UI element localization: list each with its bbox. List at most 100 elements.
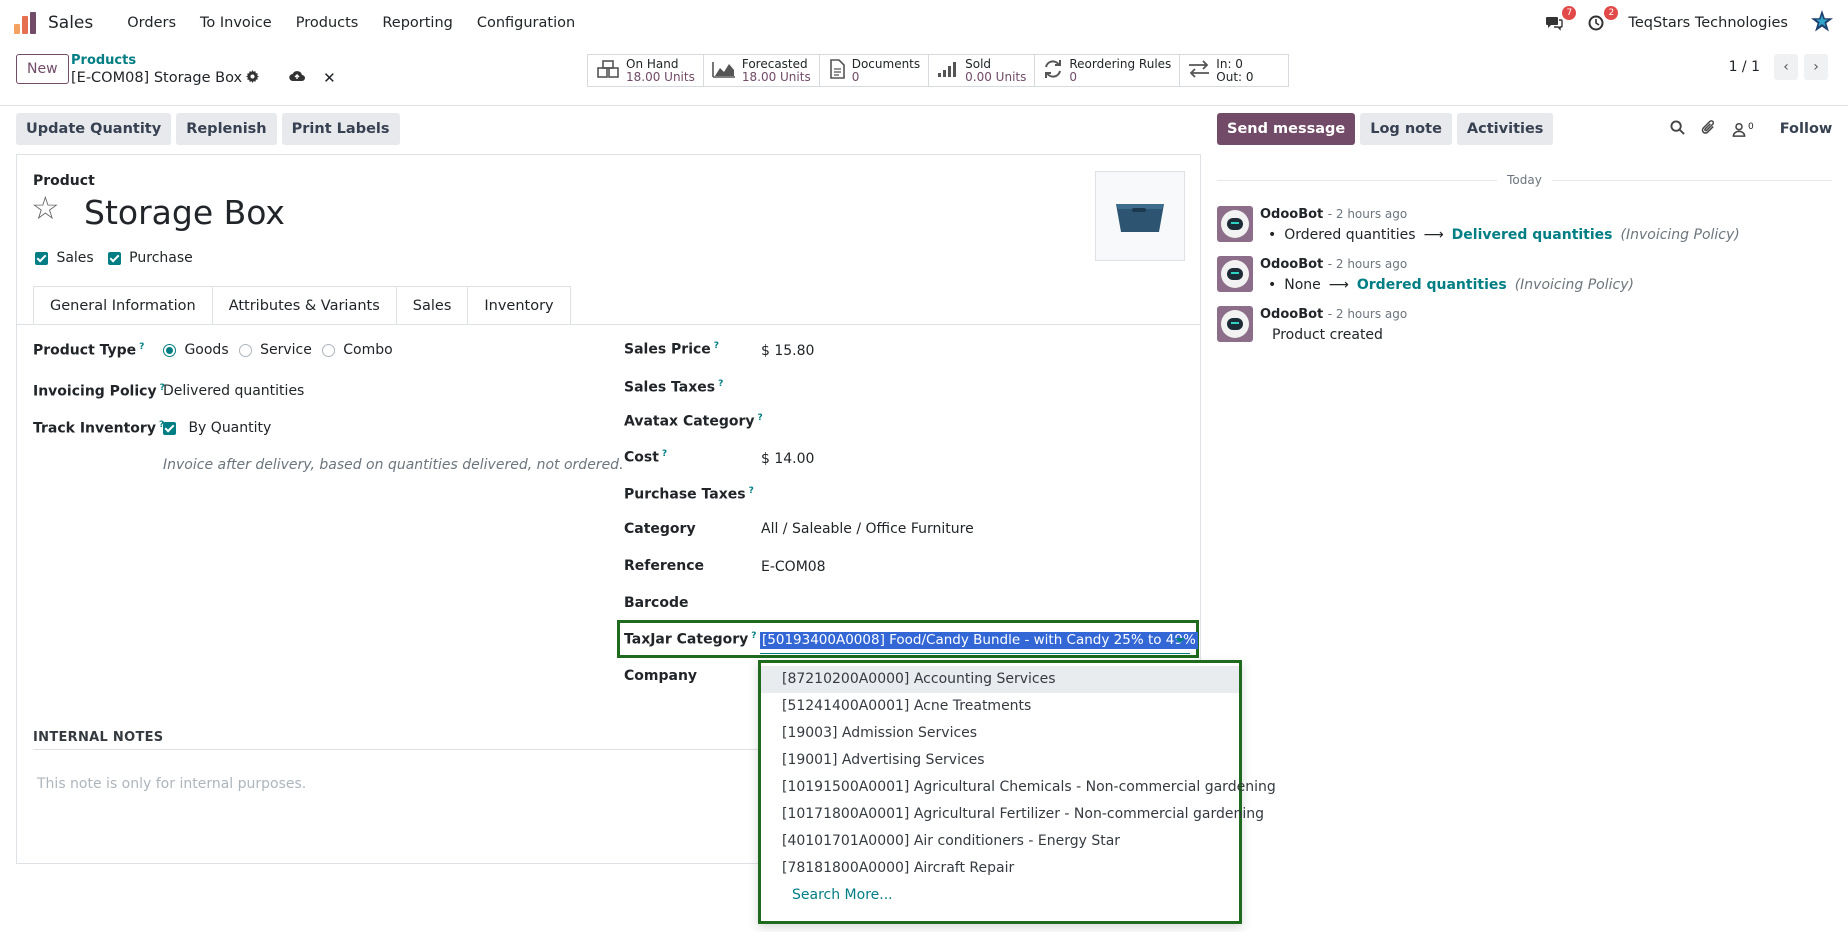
activities-clock-icon[interactable]: 2 bbox=[1586, 6, 1619, 33]
messages-badge: 7 bbox=[1562, 6, 1577, 20]
product-image[interactable] bbox=[1095, 171, 1185, 261]
product-name-field[interactable]: Storage Box bbox=[84, 193, 285, 232]
chatter-actions: Send message Log note Activities bbox=[1217, 113, 1554, 145]
invoicing-policy-field[interactable]: Delivered quantities bbox=[163, 383, 304, 399]
favorite-star-icon[interactable]: ☆ bbox=[31, 189, 60, 227]
message-author[interactable]: OdooBot bbox=[1260, 257, 1323, 272]
radio-service[interactable]: Service bbox=[238, 342, 312, 358]
dropdown-option[interactable]: [40101701A0000] Air conditioners - Energ… bbox=[761, 828, 1239, 855]
message-author[interactable]: OdooBot bbox=[1260, 207, 1323, 222]
category-field[interactable]: All / Saleable / Office Furniture bbox=[761, 521, 974, 537]
menu-products[interactable]: Products bbox=[284, 15, 371, 31]
pager-previous-icon[interactable]: ‹ bbox=[1774, 54, 1798, 80]
internal-notes-field[interactable]: This note is only for internal purposes. bbox=[37, 776, 306, 792]
taxjar-autocomplete-dropdown: [87210200A0000] Accounting Services [512… bbox=[758, 660, 1276, 924]
cost-field[interactable]: $ 14.00 bbox=[761, 451, 814, 467]
followers-user-icon[interactable]: 0 bbox=[1732, 122, 1754, 137]
reference-field[interactable]: E-COM08 bbox=[761, 559, 826, 575]
print-labels-button[interactable]: Print Labels bbox=[281, 113, 400, 145]
paperclip-icon[interactable] bbox=[1701, 119, 1716, 139]
radio-goods[interactable]: Goods bbox=[163, 342, 229, 358]
messages-icon[interactable]: 7 bbox=[1544, 6, 1577, 33]
taxjar-category-input[interactable]: [50193400A0008] Food/Candy Bundle - with… bbox=[760, 632, 1198, 649]
main-menu: Orders To Invoice Products Reporting Con… bbox=[115, 15, 587, 31]
tab-sales[interactable]: Sales bbox=[396, 286, 469, 325]
smart-documents[interactable]: Documents 0 bbox=[820, 55, 930, 86]
track-inventory-checkbox[interactable]: By Quantity bbox=[163, 420, 271, 436]
sales-app-icon[interactable] bbox=[14, 12, 36, 34]
message-author[interactable]: OdooBot bbox=[1260, 307, 1323, 322]
odoobot-avatar[interactable] bbox=[1217, 306, 1253, 342]
cubes-icon bbox=[596, 59, 620, 82]
company-logo-star-icon[interactable] bbox=[1810, 9, 1834, 37]
dropdown-option[interactable]: [10171800A0001] Agricultural Fertilizer … bbox=[761, 801, 1264, 828]
update-quantity-button[interactable]: Update Quantity bbox=[16, 113, 172, 145]
chatter-message: OdooBot - 2 hours ago • Ordered quantitie… bbox=[1217, 206, 1740, 243]
replenish-button[interactable]: Replenish bbox=[176, 113, 277, 145]
barcode-label: Barcode bbox=[624, 595, 689, 611]
send-message-button[interactable]: Send message bbox=[1217, 113, 1356, 145]
tab-inventory[interactable]: Inventory bbox=[468, 286, 571, 325]
product-label: Product bbox=[33, 173, 95, 189]
app-name[interactable]: Sales bbox=[48, 13, 93, 33]
log-note-button[interactable]: Log note bbox=[1360, 113, 1452, 145]
follow-button[interactable]: Follow bbox=[1780, 121, 1833, 137]
product-type-label: Product Type? bbox=[33, 342, 145, 359]
tab-general-information[interactable]: General Information bbox=[33, 286, 213, 325]
taxjar-category-label: TaxJar Category? bbox=[624, 631, 757, 648]
invoice-hint: Invoice after delivery, based on quantit… bbox=[163, 457, 624, 473]
sales-price-label: Sales Price? bbox=[624, 341, 720, 358]
category-label: Category bbox=[624, 521, 696, 537]
smart-forecasted[interactable]: Forecasted 18.00 Units bbox=[704, 55, 820, 86]
radio-combo[interactable]: Combo bbox=[321, 342, 393, 358]
sales-checkbox[interactable]: Sales bbox=[35, 250, 94, 266]
smart-in-out[interactable]: In: 0 Out: 0 bbox=[1180, 55, 1287, 86]
signal-bars-icon bbox=[937, 60, 959, 82]
top-navbar: Sales Orders To Invoice Products Reporti… bbox=[0, 0, 1848, 46]
record-name: [E-COM08] Storage Box bbox=[71, 70, 243, 86]
refresh-icon bbox=[1043, 59, 1063, 83]
company-switcher[interactable]: TeqStars Technologies bbox=[1628, 15, 1788, 31]
gear-icon[interactable] bbox=[246, 69, 260, 87]
dropdown-caret-icon[interactable] bbox=[1175, 638, 1185, 643]
save-cloud-icon[interactable] bbox=[289, 70, 306, 86]
dropdown-option[interactable]: [87210200A0000] Accounting Services bbox=[761, 666, 1239, 693]
dropdown-option[interactable]: [10191500A0001] Agricultural Chemicals -… bbox=[761, 774, 1276, 801]
document-icon bbox=[828, 58, 846, 83]
dropdown-option[interactable]: [51241400A0001] Acne Treatments bbox=[761, 693, 1239, 720]
breadcrumb-products[interactable]: Products bbox=[71, 54, 336, 68]
chatter-message: OdooBot - 2 hours ago • None ⟶ Ordered quan… bbox=[1217, 256, 1634, 293]
search-icon[interactable] bbox=[1670, 119, 1685, 139]
track-inventory-label: Track Inventory? bbox=[33, 420, 165, 437]
arrow-right-icon: ⟶ bbox=[1328, 277, 1349, 293]
discard-close-icon[interactable]: ✕ bbox=[323, 69, 336, 87]
smart-reordering-rules[interactable]: Reordering Rules 0 bbox=[1035, 55, 1181, 86]
pager-value[interactable]: 1 / 1 bbox=[1729, 59, 1760, 75]
purchase-taxes-label: Purchase Taxes? bbox=[624, 486, 754, 503]
menu-reporting[interactable]: Reporting bbox=[370, 15, 465, 31]
search-more-link[interactable]: Search More... bbox=[761, 882, 1239, 909]
control-panel: New Products [E-COM08] Storage Box ✕ On … bbox=[0, 46, 1848, 106]
pager-next-icon[interactable]: › bbox=[1804, 54, 1828, 80]
smart-sold[interactable]: Sold 0.00 Units bbox=[929, 55, 1036, 86]
sales-price-field[interactable]: $ 15.80 bbox=[761, 343, 814, 359]
tracking-change: • None ⟶ Ordered quantities (Invoicing Polic… bbox=[1268, 277, 1634, 293]
menu-orders[interactable]: Orders bbox=[115, 15, 188, 31]
new-button[interactable]: New bbox=[16, 54, 69, 84]
odoobot-avatar[interactable] bbox=[1217, 256, 1253, 292]
activities-button[interactable]: Activities bbox=[1456, 113, 1554, 145]
menu-configuration[interactable]: Configuration bbox=[465, 15, 587, 31]
chatter-message: OdooBot - 2 hours ago Product created bbox=[1217, 306, 1407, 343]
dropdown-option[interactable]: [19003] Admission Services bbox=[761, 720, 1239, 747]
dropdown-option[interactable]: [78181800A0000] Aircraft Repair bbox=[761, 855, 1239, 882]
tab-divider bbox=[17, 324, 1200, 325]
purchase-checkbox[interactable]: Purchase bbox=[107, 250, 193, 266]
arrow-right-icon: ⟶ bbox=[1423, 227, 1444, 243]
odoobot-avatar[interactable] bbox=[1217, 206, 1253, 242]
dropdown-option[interactable]: [19001] Advertising Services bbox=[761, 747, 1239, 774]
message-time: - 2 hours ago bbox=[1327, 307, 1408, 321]
navbar-systray: 7 2 TeqStars Technologies bbox=[1544, 6, 1834, 37]
smart-on-hand[interactable]: On Hand 18.00 Units bbox=[588, 55, 704, 86]
menu-to-invoice[interactable]: To Invoice bbox=[188, 15, 284, 31]
tab-attributes-variants[interactable]: Attributes & Variants bbox=[212, 286, 397, 325]
